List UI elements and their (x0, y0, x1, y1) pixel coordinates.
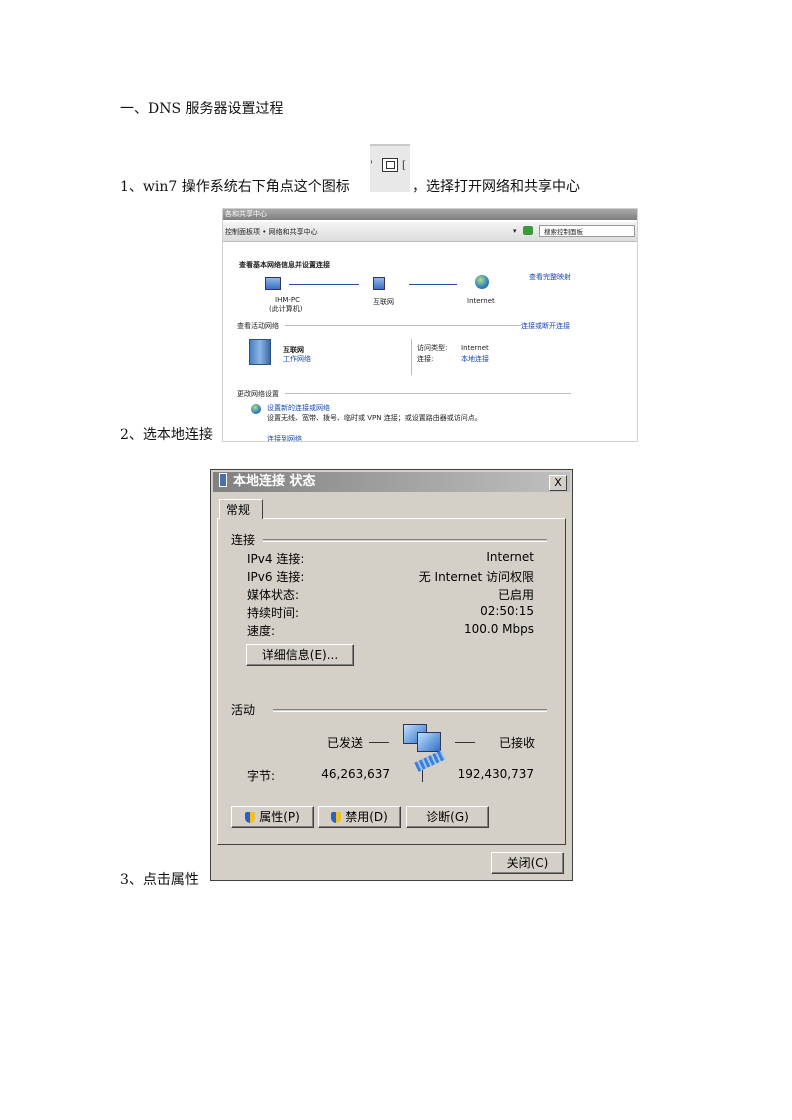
bytes-sent-value: 46,263,637 (321, 767, 390, 781)
local-connection-link[interactable]: 本地连接 (461, 354, 489, 364)
setup-icon (251, 404, 261, 414)
connection-icon (219, 473, 227, 487)
chevron-down-icon[interactable]: ▾ (513, 227, 517, 235)
access-type-value: Internet (461, 344, 489, 352)
divider (285, 325, 521, 326)
dialog-title: 本地连接 状态 (233, 474, 316, 489)
change-settings-label: 更改网络设置 (237, 390, 279, 398)
window-title: 各和共享中心 (223, 209, 637, 220)
disable-button-label: 禁用(D) (345, 810, 388, 824)
divider (263, 539, 547, 542)
row-value: 无 Internet 访问权限 (418, 570, 534, 584)
row-label: 速度: (247, 624, 276, 638)
row-label: IPv6 连接: (247, 570, 305, 584)
network-icon (373, 277, 385, 290)
refresh-icon[interactable] (523, 226, 533, 235)
shield-icon (331, 812, 342, 823)
monitor-icon (417, 732, 441, 752)
divider (422, 770, 423, 782)
divider (285, 393, 571, 394)
computer-icon (265, 277, 281, 290)
row-label: 媒体状态: (247, 588, 300, 602)
connector-line (455, 742, 475, 743)
building-icon (249, 339, 271, 365)
row-value: 已启用 (497, 588, 534, 602)
node-pc-sub: (此计算机) (269, 305, 303, 313)
local-connection-status-dialog: 本地连接 状态 X 常规 连接 IPv4 连接: Internet IPv6 连… (210, 469, 573, 881)
connector-line (289, 284, 359, 285)
search-input[interactable]: 搜索控制面板 (539, 225, 635, 237)
full-map-link[interactable]: 查看完整映射 (529, 272, 571, 282)
node-internet: Internet (467, 297, 495, 305)
row-value: 02:50:15 (480, 604, 534, 618)
diagnose-button[interactable]: 诊断(G) (406, 806, 489, 828)
properties-button[interactable]: 属性(P) (231, 806, 314, 828)
address-bar: 控制面板项 • 网络和共享中心 ▾ 搜索控制面板 (223, 222, 637, 242)
row-label: 持续时间: (247, 606, 300, 620)
globe-icon (475, 275, 489, 289)
connect-disconnect-link[interactable]: 连接或断开连接 (521, 321, 570, 331)
tab-general[interactable]: 常规 (219, 499, 263, 519)
connect-network-link[interactable]: 连接到网络 (267, 434, 302, 441)
node-pc-name: IHM-PC (275, 296, 301, 304)
connection-label: 连接: (417, 355, 434, 363)
received-label: 已接收 (499, 736, 536, 750)
row-value: Internet (486, 550, 534, 564)
network-sharing-center-screenshot: 各和共享中心 控制面板项 • 网络和共享中心 ▾ 搜索控制面板 查看基本网络信息… (222, 208, 638, 442)
dialog-titlebar: 本地连接 状态 X (213, 472, 570, 492)
connector-line (369, 742, 389, 743)
network-type-link[interactable]: 工作网络 (283, 354, 311, 364)
setup-connection-link[interactable]: 设置新的连接或网络 (267, 403, 330, 413)
bytes-received-value: 192,430,737 (457, 767, 534, 781)
bytes-label: 字节: (247, 769, 276, 783)
connector-line (409, 284, 457, 285)
step3-text: 3、点击属性 (120, 872, 199, 888)
close-icon[interactable]: X (549, 475, 567, 491)
setup-description: 设置无线、宽带、拨号、临时或 VPN 连接；或设置路由器或访问点。 (267, 414, 482, 422)
properties-button-label: 属性(P) (259, 810, 300, 824)
network-tray-icon: ' [ (370, 144, 410, 192)
sent-label: 已发送 (327, 736, 364, 750)
access-type-label: 访问类型: (417, 344, 448, 352)
shield-icon (245, 812, 256, 823)
divider (273, 709, 547, 712)
doc-heading: 一、DNS 服务器设置过程 (120, 101, 284, 117)
step2-text: 2、选本地连接 (120, 427, 213, 443)
row-value: 100.0 Mbps (463, 622, 534, 636)
details-button[interactable]: 详细信息(E)... (246, 644, 354, 666)
close-button[interactable]: 关闭(C) (491, 852, 564, 874)
node-net: 互联网 (373, 298, 394, 306)
divider (411, 339, 412, 375)
step1-suffix: ，选择打开网络和共享中心 (412, 179, 580, 195)
row-label: IPv4 连接: (247, 552, 305, 566)
connection-section-label: 连接 (231, 533, 256, 547)
breadcrumb[interactable]: 控制面板项 • 网络和共享中心 (225, 227, 318, 237)
activity-section-label: 活动 (231, 703, 256, 717)
active-networks-label: 查看活动网络 (237, 322, 279, 330)
disable-button[interactable]: 禁用(D) (318, 806, 401, 828)
step1-text: 1、win7 操作系统右下角点这个图标 (120, 179, 350, 195)
page-heading: 查看基本网络信息并设置连接 (239, 261, 330, 269)
